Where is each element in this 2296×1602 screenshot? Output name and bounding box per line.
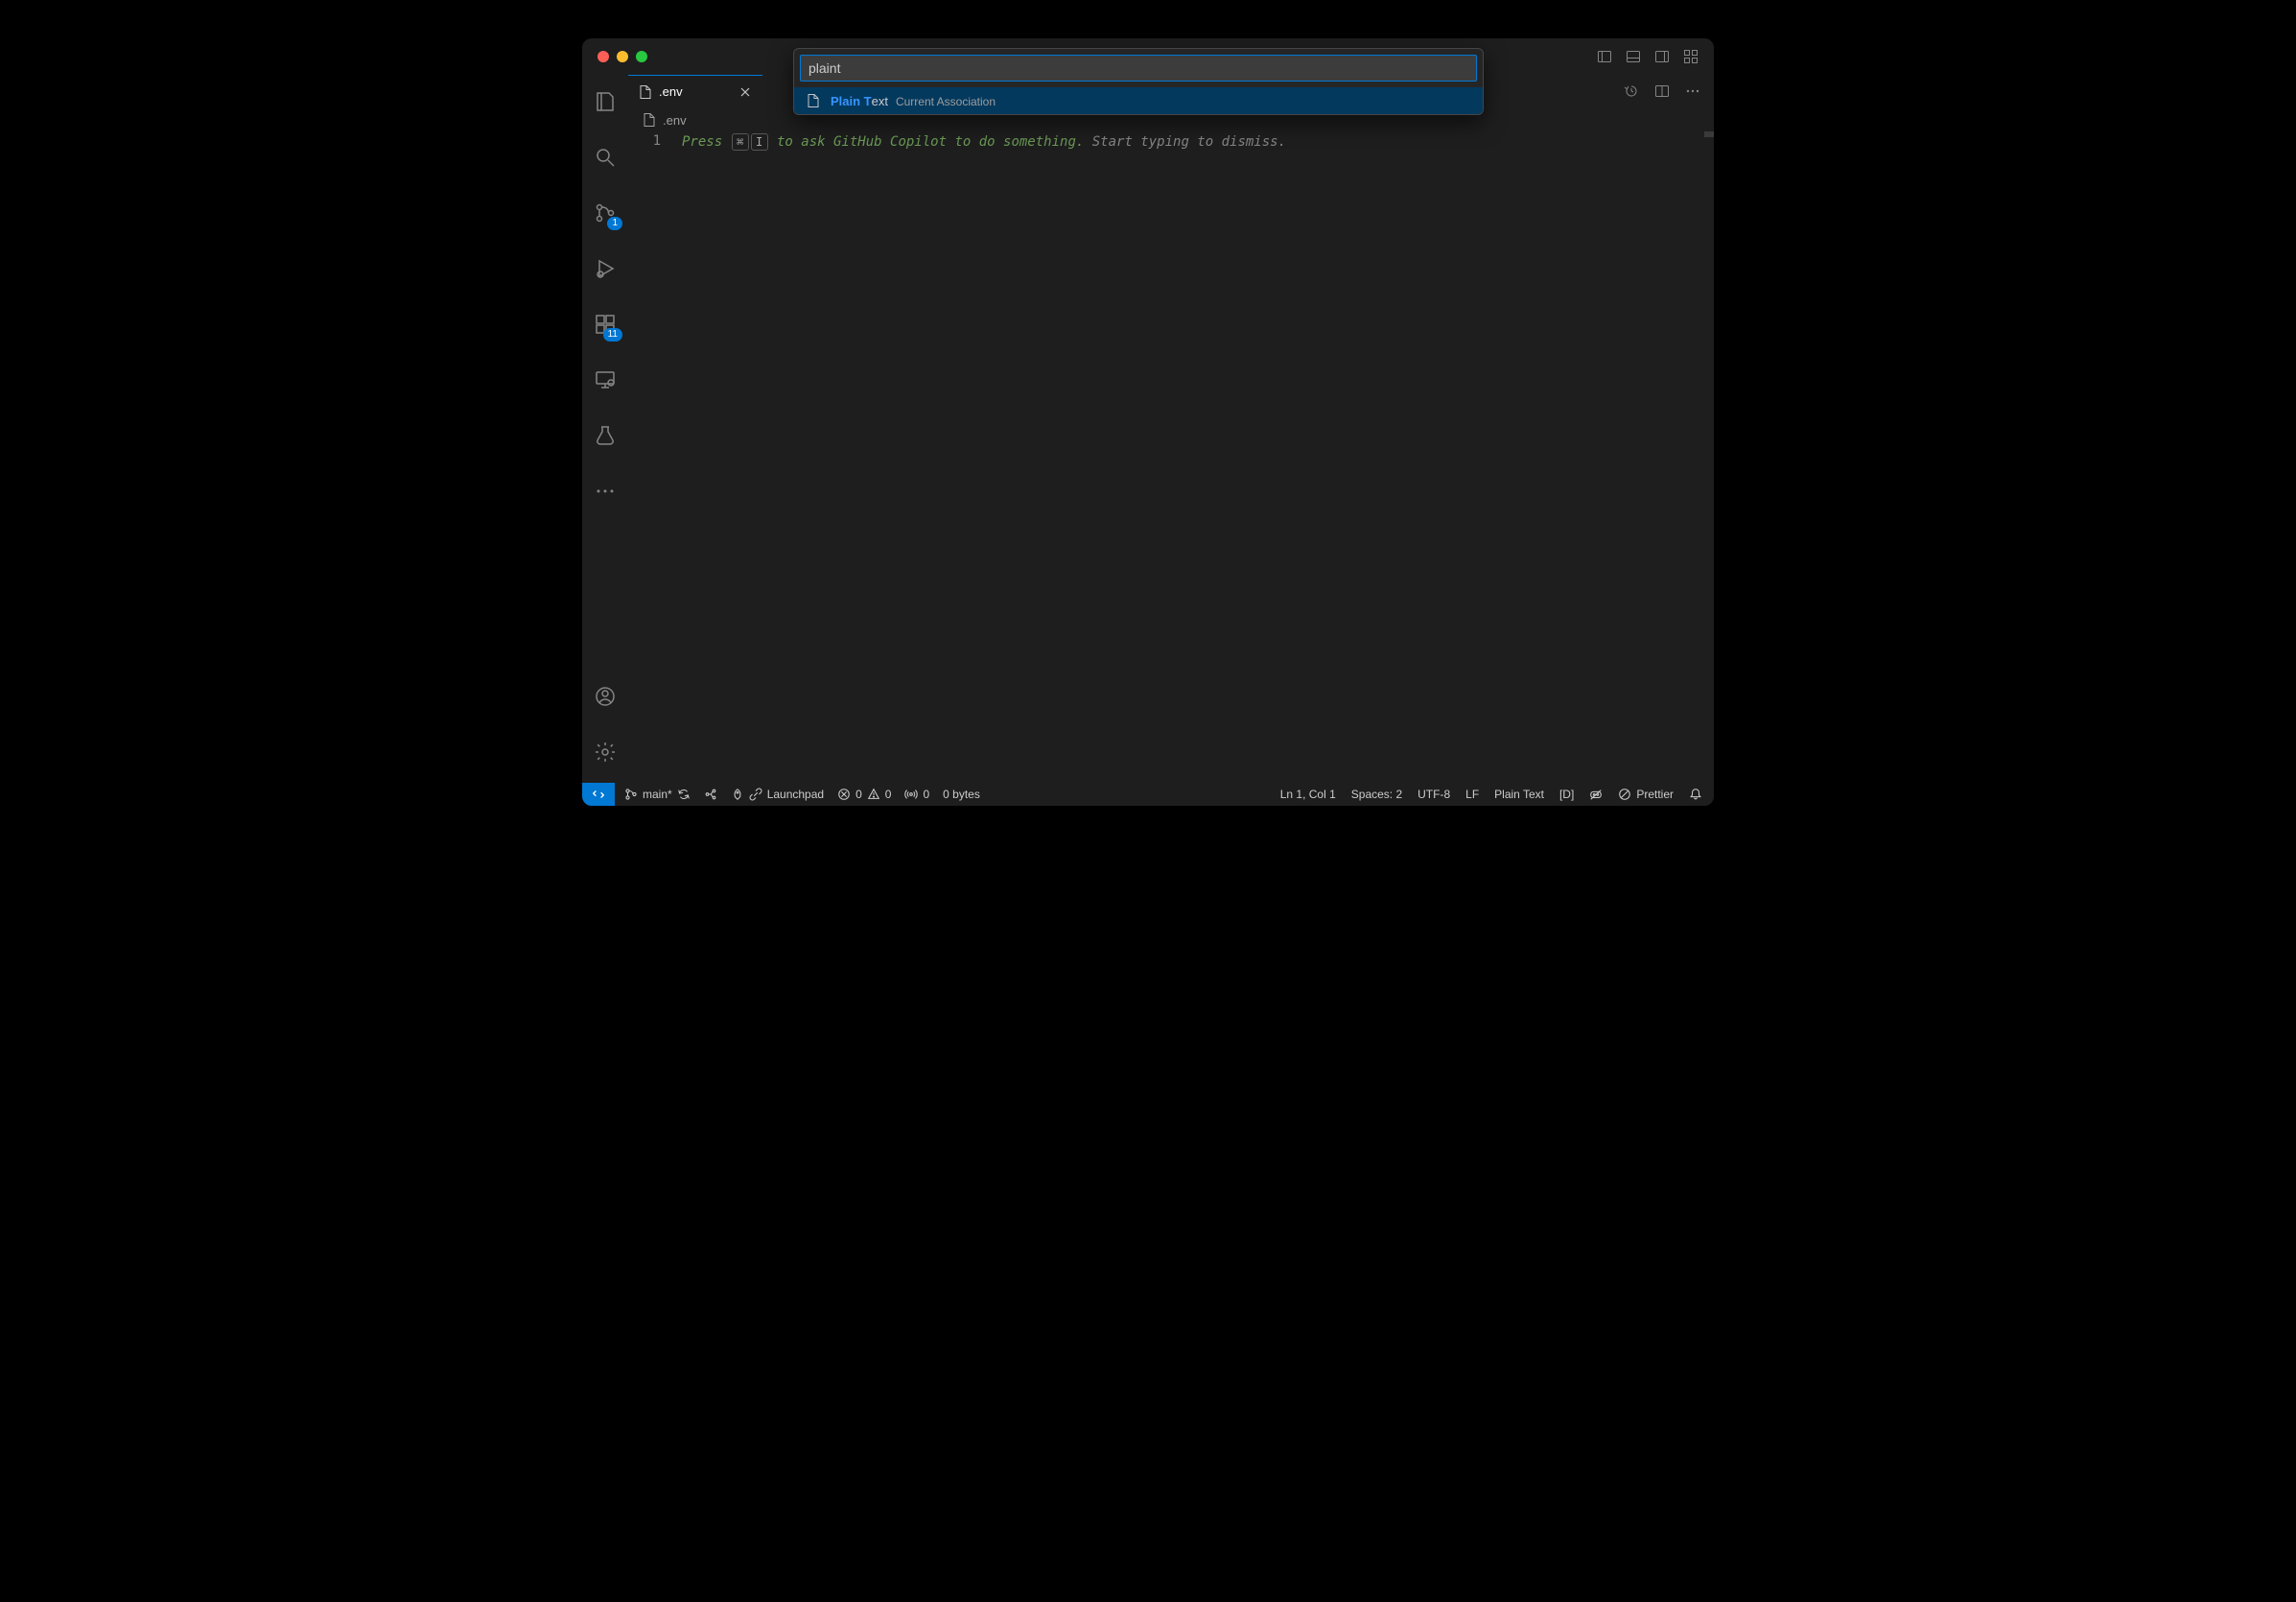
d-marker-status[interactable]: [D] <box>1559 788 1574 801</box>
warning-count: 0 <box>885 788 892 801</box>
sync-icon <box>677 788 691 801</box>
link-icon <box>749 788 762 801</box>
run-debug-icon[interactable] <box>582 249 628 288</box>
settings-gear-icon[interactable] <box>582 733 628 771</box>
timeline-icon[interactable] <box>1620 80 1643 103</box>
extensions-badge: 11 <box>603 328 622 342</box>
command-palette: Plain Text Current Association <box>793 48 1484 115</box>
ghost-text-prefix: Press <box>682 134 731 150</box>
toggle-primary-sidebar-icon[interactable] <box>1593 45 1616 68</box>
more-editor-actions-icon[interactable] <box>1681 80 1704 103</box>
testing-icon[interactable] <box>582 416 628 455</box>
palette-input[interactable] <box>800 55 1477 82</box>
ports-count: 0 <box>923 788 929 801</box>
window-controls <box>597 51 647 62</box>
search-icon[interactable] <box>582 138 628 177</box>
palette-result-description: Current Association <box>896 95 996 108</box>
eol-status[interactable]: LF <box>1465 788 1479 801</box>
copilot-icon <box>1589 788 1603 801</box>
file-icon <box>642 112 657 128</box>
status-bar: main* Launchpad 0 0 0 0 byt <box>582 783 1714 806</box>
tab-filename: .env <box>659 84 683 99</box>
maximize-window-button[interactable] <box>636 51 647 62</box>
explorer-icon[interactable] <box>582 82 628 121</box>
minimap-indicator <box>1704 131 1714 137</box>
bytes-label: 0 bytes <box>943 788 980 801</box>
source-control-icon[interactable]: 1 <box>582 194 628 232</box>
minimize-window-button[interactable] <box>617 51 628 62</box>
remote-indicator[interactable] <box>582 783 615 806</box>
file-icon <box>638 84 653 100</box>
encoding-status[interactable]: UTF-8 <box>1417 788 1450 801</box>
git-branch-status[interactable]: main* <box>624 788 691 801</box>
gitlens-icon <box>704 788 717 801</box>
cursor-position-status[interactable]: Ln 1, Col 1 <box>1280 788 1336 801</box>
extensions-icon[interactable]: 11 <box>582 305 628 343</box>
toggle-secondary-sidebar-icon[interactable] <box>1651 45 1674 68</box>
warning-icon <box>867 788 880 801</box>
copilot-status[interactable] <box>1589 788 1603 801</box>
problems-status[interactable]: 0 0 <box>837 788 891 801</box>
accounts-icon[interactable] <box>582 677 628 716</box>
i-key-icon: I <box>751 133 768 151</box>
error-count: 0 <box>855 788 862 801</box>
ghost-text-mid: to ask GitHub Copilot to do something. <box>769 134 1092 150</box>
line-gutter: 1 <box>628 131 682 783</box>
bell-icon <box>1689 788 1702 801</box>
indentation-status[interactable]: Spaces: 2 <box>1351 788 1402 801</box>
notifications-status[interactable] <box>1689 788 1702 801</box>
main-area: 1 11 <box>582 75 1714 783</box>
vscode-window: 1 11 <box>582 38 1714 806</box>
editor-tab[interactable]: .env <box>628 75 762 107</box>
language-mode-status[interactable]: Plain Text <box>1494 788 1544 801</box>
bytes-status[interactable]: 0 bytes <box>943 788 980 801</box>
branch-name: main* <box>643 788 672 801</box>
editor-group: .env <box>628 75 1714 783</box>
launchpad-status[interactable]: Launchpad <box>731 788 824 801</box>
line-number: 1 <box>628 133 661 149</box>
toggle-panel-icon[interactable] <box>1622 45 1645 68</box>
editor-content[interactable]: Press ⌘I to ask GitHub Copilot to do som… <box>682 131 1714 783</box>
radio-tower-icon <box>904 788 918 801</box>
text-editor[interactable]: 1 Press ⌘I to ask GitHub Copilot to do s… <box>628 131 1714 783</box>
error-icon <box>837 788 851 801</box>
palette-result-rest: ext <box>872 94 888 108</box>
prettier-status[interactable]: Prettier <box>1618 788 1674 801</box>
ghost-text-suffix: Start typing to dismiss. <box>1092 134 1286 150</box>
activity-bar: 1 11 <box>582 75 628 783</box>
scm-badge: 1 <box>607 217 622 230</box>
close-window-button[interactable] <box>597 51 609 62</box>
titlebar-layout-controls <box>1593 45 1702 68</box>
rocket-icon <box>731 788 744 801</box>
launchpad-label: Launchpad <box>767 788 824 801</box>
remote-explorer-icon[interactable] <box>582 361 628 399</box>
palette-result-item[interactable]: Plain Text Current Association <box>794 87 1483 114</box>
split-editor-icon[interactable] <box>1651 80 1674 103</box>
git-branch-icon <box>624 788 638 801</box>
cmd-key-icon: ⌘ <box>732 133 749 151</box>
gitlens-status[interactable] <box>704 788 717 801</box>
editor-tab-actions <box>1610 75 1714 107</box>
prohibit-icon <box>1618 788 1631 801</box>
file-icon <box>806 93 821 108</box>
ports-status[interactable]: 0 <box>904 788 929 801</box>
close-tab-icon[interactable] <box>738 84 753 100</box>
palette-result-match: Plain T <box>831 94 872 108</box>
breadcrumb-filename: .env <box>663 113 687 128</box>
more-views-icon[interactable] <box>582 472 628 510</box>
palette-results: Plain Text Current Association <box>794 87 1483 114</box>
customize-layout-icon[interactable] <box>1679 45 1702 68</box>
